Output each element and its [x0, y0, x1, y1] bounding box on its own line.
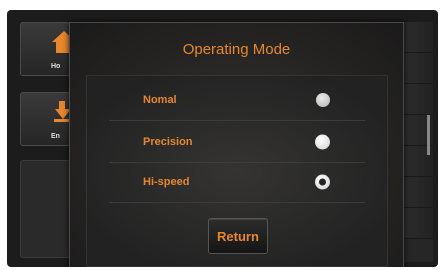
radio-button-selected[interactable] [315, 174, 330, 190]
radio-button[interactable] [316, 93, 330, 107]
return-button[interactable]: Return [208, 218, 268, 254]
radio-selected-dot [319, 178, 326, 186]
energy-button-label: En [51, 133, 60, 140]
radio-button[interactable] [315, 134, 330, 150]
dialog-title: Operating Mode [182, 41, 291, 58]
scrollbar[interactable] [427, 115, 430, 155]
operating-mode-dialog: Operating Mode Nomal Precision Hi-speed … [69, 22, 404, 267]
option-nomal[interactable]: Nomal [109, 80, 365, 121]
option-label: Hi-speed [143, 176, 190, 188]
device-screen: Ho En Operating Mode Nomal Precision Hi-… [7, 10, 438, 267]
option-label: Precision [143, 136, 193, 148]
home-button-label: Ho [51, 63, 61, 70]
option-precision[interactable]: Precision [109, 122, 365, 163]
option-label: Nomal [143, 94, 177, 106]
option-hi-speed[interactable]: Hi-speed [109, 162, 365, 203]
